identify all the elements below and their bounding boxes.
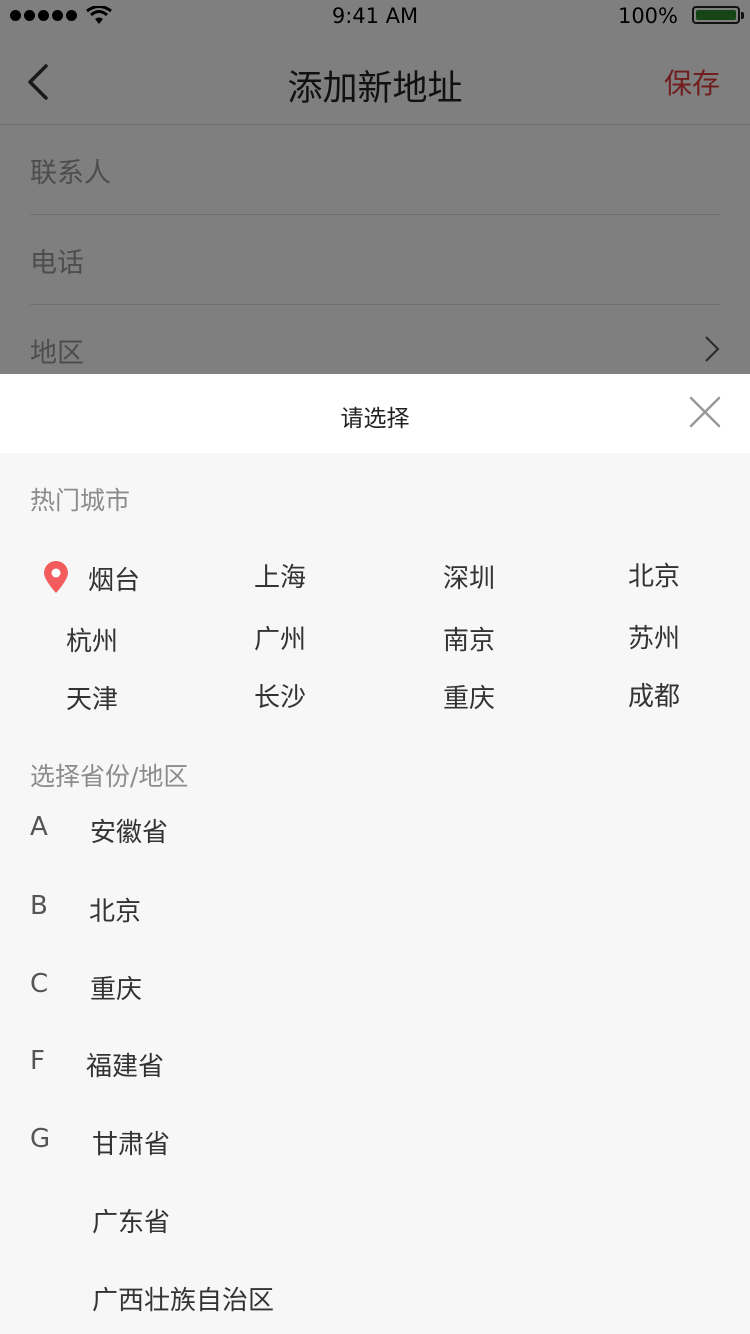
province-name: 安徽省 (90, 818, 169, 848)
close-icon[interactable] (688, 395, 722, 429)
index-letter: F (30, 1046, 45, 1076)
hot-city[interactable]: 烟台 (88, 560, 140, 597)
province-row[interactable]: 广东省 (0, 1202, 750, 1252)
hot-cities-title: 热门城市 (30, 486, 131, 515)
province-name: 福建省 (86, 1052, 165, 1082)
province-row[interactable]: B 北京 (0, 891, 750, 941)
province-name: 重庆 (90, 975, 143, 1005)
index-letter: A (30, 812, 48, 842)
index-letter: C (30, 969, 49, 999)
region-picker-sheet: 请选择 热门城市 烟台 上海 深圳 北京 杭州 广州 南京 苏州 天津 长沙 重… (0, 374, 750, 1334)
index-letter: G (30, 1124, 51, 1154)
province-name: 广东省 (92, 1208, 171, 1238)
hot-city[interactable]: 广州 (254, 619, 306, 656)
hot-city[interactable]: 重庆 (443, 678, 495, 715)
hot-city[interactable]: 天津 (66, 679, 118, 716)
hot-city[interactable]: 深圳 (443, 558, 495, 595)
hot-city[interactable]: 成都 (628, 676, 680, 713)
province-row[interactable]: G 甘肃省 (0, 1124, 750, 1174)
picker-header: 请选择 (0, 374, 750, 453)
province-name: 广西壮族自治区 (92, 1286, 275, 1316)
hot-city[interactable]: 上海 (254, 557, 306, 594)
province-row[interactable]: F 福建省 (0, 1046, 750, 1096)
hot-city[interactable]: 苏州 (628, 618, 680, 655)
province-row[interactable]: 广西壮族自治区 (0, 1280, 750, 1330)
province-row[interactable]: C 重庆 (0, 969, 750, 1019)
province-name: 北京 (89, 897, 142, 927)
province-row[interactable]: A 安徽省 (0, 812, 750, 862)
province-section-title: 选择省份/地区 (30, 762, 189, 791)
hot-city[interactable]: 北京 (628, 556, 680, 593)
hot-city[interactable]: 杭州 (66, 621, 118, 658)
location-pin-icon (44, 561, 68, 593)
picker-title: 请选择 (340, 406, 410, 432)
province-name: 甘肃省 (92, 1130, 171, 1160)
hot-city[interactable]: 长沙 (254, 677, 306, 714)
index-letter: B (30, 891, 48, 921)
hot-city[interactable]: 南京 (443, 620, 495, 657)
